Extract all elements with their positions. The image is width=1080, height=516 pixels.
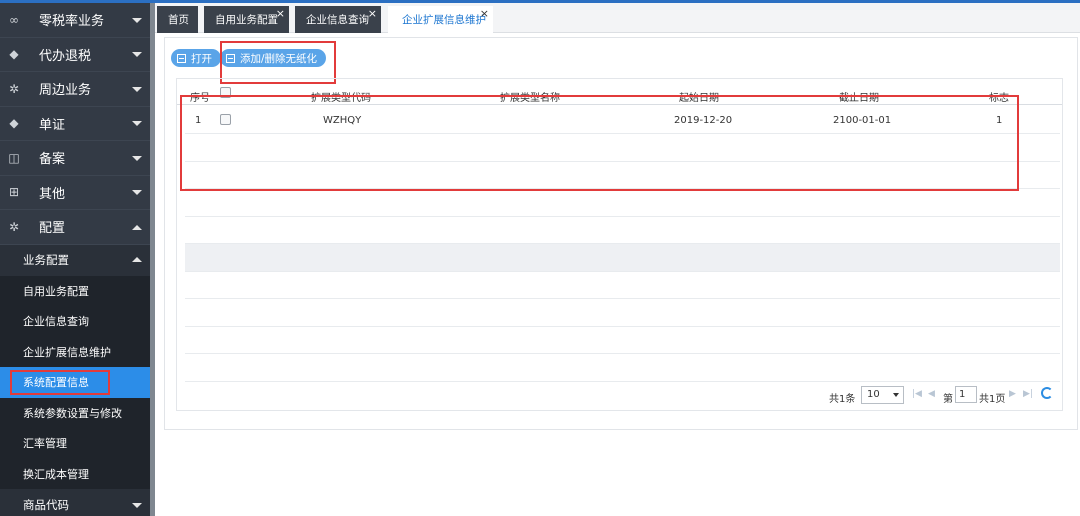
layers-icon: ◆ (9, 47, 19, 62)
total-count: 共1条 (829, 394, 856, 405)
chevron-down-icon (132, 86, 142, 92)
chevron-down-icon (132, 52, 142, 58)
sidebar-sub-item-label: 自用业务配置 (23, 284, 89, 298)
main-panel: 打开 添加/删除无纸化 序号 扩展类型代码 扩展类型名称 起始日期 截止日期 标… (164, 37, 1078, 430)
sidebar-item-label: 配置 (39, 221, 66, 237)
tab-enterprise-ext-maintenance[interactable]: 企业扩展信息维护 × (388, 6, 493, 33)
chevron-down-icon (132, 502, 142, 508)
open-button[interactable]: 打开 (171, 49, 221, 67)
sidebar-sub-item-label: 系统参数设置与修改 (23, 406, 122, 420)
data-grid: 序号 扩展类型代码 扩展类型名称 起始日期 截止日期 标志 1 WZHQY 20… (176, 78, 1063, 411)
sidebar-sub-item-label: 汇率管理 (23, 437, 67, 451)
last-page-icon[interactable]: ▶| (1023, 389, 1033, 399)
sidebar-sub-item[interactable]: 自用业务配置 (0, 275, 150, 306)
chevron-down-icon (893, 393, 899, 397)
gear-icon: ✲ (8, 81, 20, 96)
sidebar-item-peripheral[interactable]: ✲ 周边业务 (0, 72, 150, 107)
sidebar-item-label: 其他 (39, 186, 66, 202)
sidebar-sub-item-label: 换汇成本管理 (23, 467, 89, 481)
sidebar-subgroup-business-config[interactable]: 业务配置 (0, 244, 150, 276)
table-row-empty (185, 326, 1060, 354)
sidebar-sub-item-label: 企业扩展信息维护 (23, 345, 111, 359)
tab-label: 企业信息查询 (306, 14, 369, 26)
close-icon[interactable]: × (480, 8, 489, 19)
first-page-icon[interactable]: |◀ (912, 389, 922, 399)
sidebar-sub-item[interactable]: 系统参数设置与修改 (0, 397, 150, 428)
sidebar-item-filing[interactable]: ◫ 备案 (0, 141, 150, 176)
tab-label: 首页 (168, 14, 189, 26)
table-row-empty (185, 189, 1060, 217)
grid-plus-icon: ⊞ (8, 185, 20, 200)
sidebar-sub-item[interactable]: 企业信息查询 (0, 306, 150, 337)
chevron-up-icon (132, 257, 142, 262)
next-page-icon[interactable]: ▶ (1009, 389, 1016, 399)
chevron-down-icon (132, 190, 142, 196)
sidebar-item-label: 备案 (39, 152, 66, 168)
table-row-empty (185, 299, 1060, 327)
sidebar-item-label: 代办退税 (39, 48, 92, 64)
table-row-empty (185, 354, 1060, 382)
tab-home[interactable]: 首页 (157, 6, 198, 33)
tab-self-use-config[interactable]: 自用业务配置 × (204, 6, 289, 33)
close-icon[interactable]: × (276, 8, 285, 19)
sidebar-sub-item-label: 企业信息查询 (23, 315, 89, 329)
page-number-value: 1 (959, 389, 966, 400)
sidebar-sub-item[interactable]: 企业扩展信息维护 (0, 336, 150, 367)
button-label: 打开 (191, 52, 212, 65)
page-count: 共1页 (979, 394, 1006, 405)
tab-enterprise-query[interactable]: 企业信息查询 × (295, 6, 381, 33)
sidebar-item-label: 单证 (39, 117, 66, 133)
highlight-box (180, 95, 1019, 191)
sidebar-item-commodity-code[interactable]: 商品代码 (0, 489, 150, 516)
pagination: 共1条 10 |◀ ◀ 第 1 共1页 ▶ ▶| (177, 382, 1062, 410)
sidebar-item-config[interactable]: ✲ 配置 (0, 210, 150, 245)
chevron-up-icon (132, 224, 142, 230)
page-size-select[interactable]: 10 (861, 386, 904, 404)
table-row-empty (185, 216, 1060, 244)
chevron-down-icon (132, 121, 142, 127)
highlight-box (10, 370, 110, 395)
sidebar-sub-item-active[interactable]: 系统配置信息 (0, 367, 150, 398)
close-icon[interactable]: × (368, 8, 377, 19)
sidebar-sub-item[interactable]: 汇率管理 (0, 428, 150, 459)
infinity-icon: ∞ (9, 12, 19, 27)
sidebar-item-agent-refund[interactable]: ◆ 代办退税 (0, 38, 150, 72)
sidebar-sub-item[interactable]: 换汇成本管理 (0, 458, 150, 489)
page-prefix: 第 (943, 394, 953, 405)
sidebar-item-label: 商品代码 (23, 497, 69, 512)
gear-icon: ✲ (8, 219, 20, 234)
tab-bar: 首页 自用业务配置 × 企业信息查询 × 企业扩展信息维护 × (155, 3, 1080, 33)
open-icon (177, 53, 186, 63)
chevron-down-icon (132, 17, 142, 23)
sidebar-item-other[interactable]: ⊞ 其他 (0, 176, 150, 210)
page-number-input[interactable]: 1 (955, 386, 977, 403)
tab-label: 企业扩展信息维护 (402, 14, 486, 26)
chevron-down-icon (132, 155, 142, 161)
sidebar-item-documents[interactable]: ◆ 单证 (0, 107, 150, 141)
layers-icon: ◆ (9, 116, 19, 131)
prev-page-icon[interactable]: ◀ (928, 389, 935, 399)
sidebar-scrollbar[interactable] (150, 3, 155, 516)
sidebar: ∞ 零税率业务 ◆ 代办退税 ✲ 周边业务 ◆ 单证 ◫ 备案 ⊞ 其他 ✲ 配… (0, 3, 150, 516)
sidebar-item-label: 周边业务 (39, 83, 92, 99)
refresh-icon[interactable] (1041, 387, 1053, 399)
sidebar-item-zero-tax[interactable]: ∞ 零税率业务 (0, 3, 150, 38)
book-icon: ◫ (8, 150, 20, 165)
table-row-empty (185, 271, 1060, 299)
page-size-value: 10 (867, 389, 880, 400)
tab-label: 自用业务配置 (215, 14, 278, 26)
table-row-empty (185, 244, 1060, 272)
sidebar-item-label: 零税率业务 (39, 14, 105, 30)
sidebar-subgroup-label: 业务配置 (23, 253, 69, 267)
